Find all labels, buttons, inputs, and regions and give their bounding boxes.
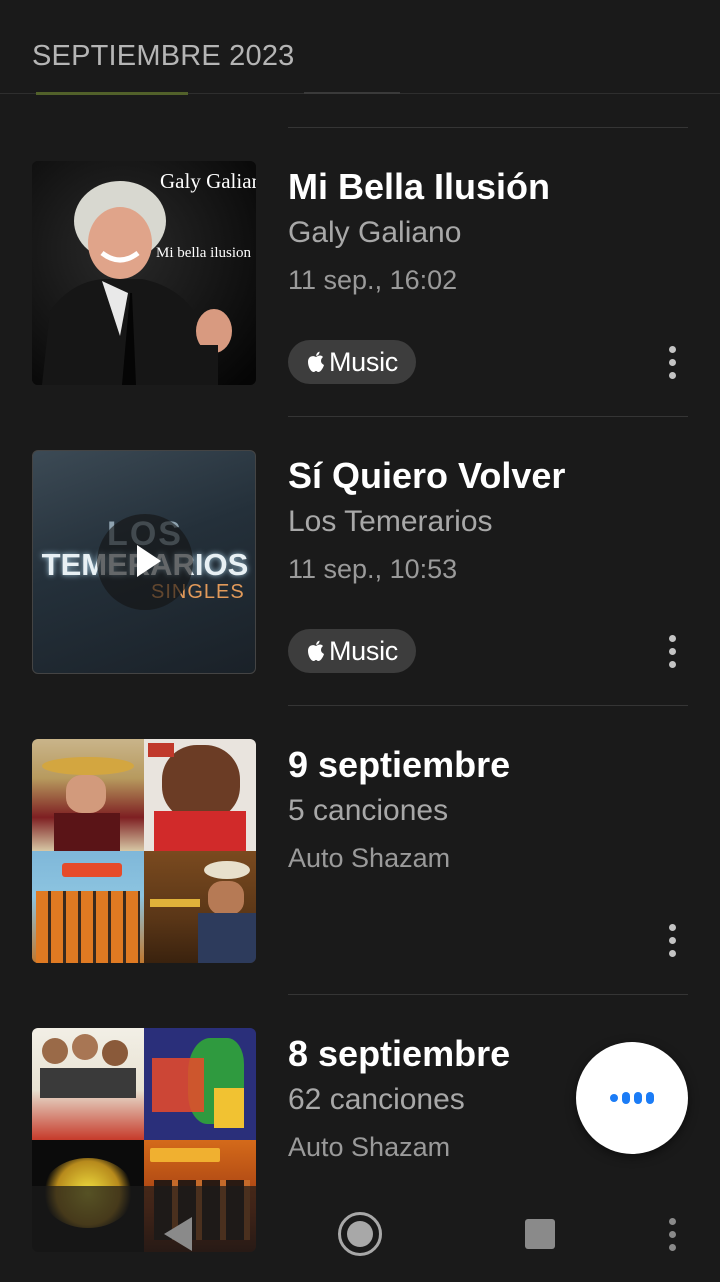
artist-name: Los Temerarios <box>288 505 493 538</box>
album-art-collage[interactable] <box>32 739 256 963</box>
apple-music-button[interactable]: Music <box>288 340 416 384</box>
date-group-title: 9 septiembre <box>288 744 511 785</box>
system-navigation-bar <box>0 1186 720 1282</box>
song-count: 62 canciones <box>288 1083 465 1116</box>
song-count: 5 canciones <box>288 794 449 827</box>
collage-tile-2 <box>144 739 256 851</box>
listening-bar <box>610 1094 618 1102</box>
collage-tile-1 <box>32 1028 144 1140</box>
collage-tile-4 <box>144 851 256 963</box>
album-art-galy-galiano[interactable]: Galy Galiano Mi bella ilusion <box>32 161 256 385</box>
list-item-9-septiembre[interactable]: 9 septiembre 5 canciones Auto Shazam <box>0 706 720 995</box>
shazam-listening-button[interactable] <box>576 1042 688 1154</box>
back-icon[interactable] <box>164 1217 192 1251</box>
more-vertical-icon[interactable] <box>664 1210 680 1258</box>
listening-bar <box>634 1092 642 1104</box>
section-title: SEPTIEMBRE 2023 <box>32 40 295 72</box>
apple-logo-icon <box>307 351 324 372</box>
album-art-album-text: Mi bella ilusion <box>156 245 251 261</box>
timestamp: 11 sep., 10:53 <box>288 554 458 584</box>
scrolled-item-edge-2 <box>304 92 400 94</box>
artist-name: Galy Galiano <box>288 216 462 249</box>
song-title: Mi Bella Ilusión <box>288 166 551 207</box>
listening-bar <box>646 1092 654 1104</box>
collage-tile-3 <box>32 851 144 963</box>
artist-photo <box>32 161 256 385</box>
scrolled-item-edge <box>36 92 188 95</box>
date-group-title: 8 septiembre <box>288 1033 511 1074</box>
home-icon[interactable] <box>338 1212 382 1256</box>
source-label: Auto Shazam <box>288 843 451 873</box>
apple-logo-icon <box>307 640 324 661</box>
collage-tile-1 <box>32 739 144 851</box>
play-icon[interactable] <box>97 514 193 610</box>
timestamp: 11 sep., 16:02 <box>288 265 458 295</box>
badge-label: Music <box>328 346 398 377</box>
source-label: Auto Shazam <box>288 1132 451 1162</box>
badge-label: Music <box>328 635 398 666</box>
song-title: Sí Quiero Volver <box>288 455 566 496</box>
collage-tile-2 <box>144 1028 256 1140</box>
apple-music-button[interactable]: Music <box>288 629 416 673</box>
listening-bar <box>622 1092 630 1104</box>
list-item-mi-bella-ilusion[interactable]: Galy Galiano Mi bella ilusion Mi Bella I… <box>0 128 720 417</box>
section-header: SEPTIEMBRE 2023 <box>0 0 720 94</box>
more-options-button[interactable] <box>660 918 684 962</box>
list-item-si-quiero-volver[interactable]: LOS TEMERARIOS SINGLES Sí Quiero Volver … <box>0 417 720 706</box>
more-options-button[interactable] <box>660 629 684 673</box>
more-options-button[interactable] <box>660 340 684 384</box>
recents-icon[interactable] <box>525 1219 555 1249</box>
album-art-los-temerarios[interactable]: LOS TEMERARIOS SINGLES <box>32 450 256 674</box>
album-art-artist-text: Galy Galiano <box>160 169 256 193</box>
